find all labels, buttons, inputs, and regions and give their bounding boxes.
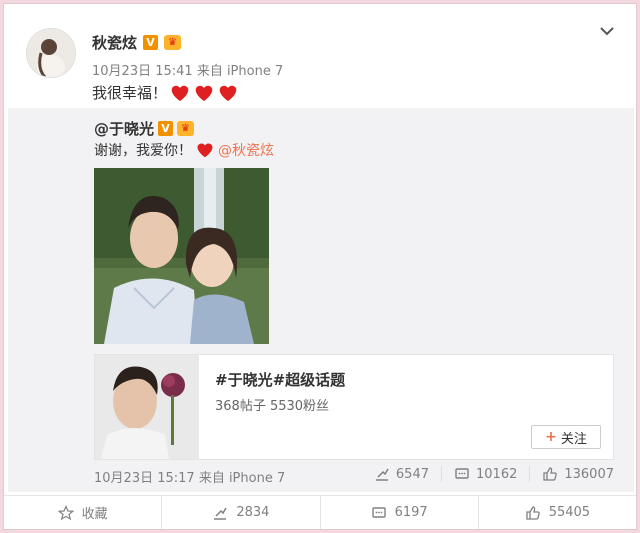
repost-meta: 10月23日 15:17 来自 iPhone 7 <box>94 471 286 486</box>
favorite-label: 收藏 <box>81 507 108 522</box>
reposted-weibo: @于晓光 V ♛ 谢谢，我爱你！ @秋瓷炫 #于晓光#超级话题 368帖子 55… <box>8 108 634 492</box>
repost-author-name[interactable]: @于晓光 <box>94 118 154 139</box>
author-row: 秋瓷炫 V ♛ <box>92 32 182 53</box>
repost-text-body: 谢谢，我爱你！ <box>94 143 192 159</box>
post-text-body: 我很幸福！ <box>92 84 168 102</box>
follow-label: 关注 <box>560 431 587 447</box>
post-photo[interactable] <box>94 168 269 344</box>
heart-emoji-icon <box>219 85 237 101</box>
favorite-button[interactable]: 收藏 <box>4 496 161 529</box>
like-count: 55405 <box>548 505 591 520</box>
verified-badge-icon: V <box>143 35 159 50</box>
like-button[interactable]: 55405 <box>477 496 636 529</box>
heart-emoji-icon <box>197 143 213 158</box>
thumbs-up-icon <box>526 505 540 520</box>
post-text: 我很幸福！ <box>92 82 239 103</box>
repost-icon <box>214 507 227 520</box>
star-icon <box>57 504 74 520</box>
comment-button[interactable]: 6197 <box>319 496 478 529</box>
topic-title[interactable]: #于晓光#超级话题 <box>215 369 345 390</box>
repost-icon <box>375 468 389 481</box>
vip-crown-icon: ♛ <box>177 121 195 136</box>
vip-crown-icon: ♛ <box>164 35 182 50</box>
avatar[interactable] <box>26 28 76 78</box>
author-name[interactable]: 秋瓷炫 <box>92 32 137 53</box>
repost-count: 2834 <box>236 505 270 520</box>
repost-text: 谢谢，我爱你！ @秋瓷炫 <box>94 140 274 160</box>
topic-stats: 368帖子 5530粉丝 <box>215 399 330 414</box>
repost-like-button[interactable]: 136007 <box>529 466 626 482</box>
heart-emoji-icon <box>195 85 213 101</box>
repost-comment-button[interactable]: 10162 <box>441 466 529 482</box>
follow-button[interactable]: + 关注 <box>531 425 601 449</box>
repost-author-row: @于晓光 V ♛ <box>94 118 195 139</box>
repost-repost-button[interactable]: 6547 <box>362 466 441 482</box>
verified-badge-icon: V <box>158 121 174 136</box>
repost-comment-count: 10162 <box>476 466 518 482</box>
repost-repost-count: 6547 <box>395 466 429 482</box>
super-topic-card[interactable]: #于晓光#超级话题 368帖子 5530粉丝 + 关注 <box>94 354 614 460</box>
action-bar: 收藏 2834 6197 55405 <box>4 495 636 529</box>
comment-icon <box>371 506 386 518</box>
repost-actions: 6547 10162 136007 <box>362 466 626 482</box>
topic-image <box>95 355 199 459</box>
post-meta: 10月23日 15:41 来自 iPhone 7 <box>92 64 284 79</box>
heart-emoji-icon <box>171 85 189 101</box>
comment-icon <box>455 468 469 479</box>
repost-button[interactable]: 2834 <box>161 496 319 529</box>
chevron-down-icon[interactable] <box>598 22 616 40</box>
weibo-card: 秋瓷炫 V ♛ 10月23日 15:41 来自 iPhone 7 我很幸福！ @… <box>3 3 637 530</box>
mention-link[interactable]: @秋瓷炫 <box>218 140 274 160</box>
comment-count: 6197 <box>394 505 428 520</box>
plus-icon: + <box>545 429 557 445</box>
repost-like-count: 136007 <box>564 466 614 482</box>
thumbs-up-icon <box>543 467 558 481</box>
